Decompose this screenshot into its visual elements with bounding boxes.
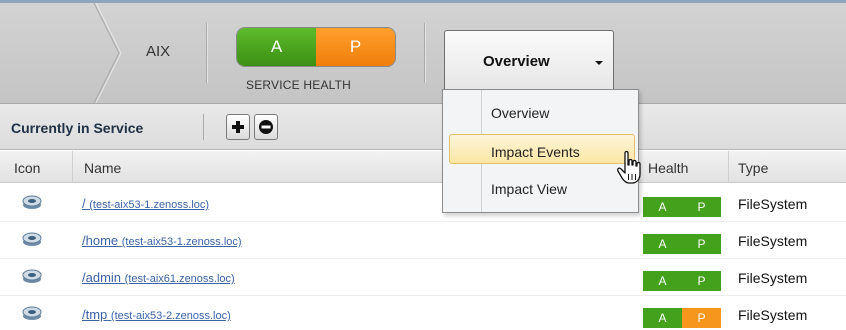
- service-path: /: [82, 196, 86, 211]
- service-host: (test-aix53-1.zenoss.loc): [121, 236, 242, 248]
- availability-status: A: [643, 197, 682, 217]
- filesystem-icon: [22, 232, 42, 246]
- performance-status: P: [682, 234, 721, 254]
- minus-icon: [259, 120, 273, 134]
- view-selector-label: Overview: [483, 52, 550, 70]
- table-row[interactable]: /tmp (test-aix53-2.zenoss.loc) A P FileS…: [0, 296, 846, 330]
- service-host: (test-aix53-2.zenoss.loc): [110, 310, 231, 322]
- row-health-badge: A P: [643, 271, 721, 291]
- hand-pointer-icon: [617, 150, 641, 184]
- performance-status: P: [682, 197, 721, 217]
- column-header-name[interactable]: Name: [76, 151, 121, 183]
- performance-status: P: [316, 28, 395, 66]
- table-row[interactable]: /home (test-aix53-1.zenoss.loc) A P File…: [0, 222, 846, 259]
- plus-icon: [232, 121, 244, 133]
- chevron-down-icon: [595, 61, 603, 65]
- menu-item-impact-events[interactable]: Impact Events: [491, 144, 580, 160]
- grid-header: Icon Name Health Type: [0, 151, 846, 183]
- row-health-badge: A P: [643, 197, 721, 217]
- service-link[interactable]: /admin (test-aix61.zenoss.loc): [82, 270, 235, 285]
- remove-button[interactable]: [254, 114, 278, 140]
- service-path: /tmp: [82, 307, 108, 322]
- column-divider: [72, 151, 73, 183]
- add-button[interactable]: [226, 114, 250, 140]
- table-row[interactable]: / (test-aix53-1.zenoss.loc) A P FileSyst…: [0, 185, 846, 222]
- service-host: (test-aix61.zenoss.loc): [124, 273, 235, 285]
- column-divider: [728, 151, 729, 183]
- service-path: /admin: [82, 270, 122, 285]
- service-health-indicator[interactable]: A P: [236, 27, 396, 67]
- performance-status: P: [682, 308, 721, 328]
- toolbar-divider: [203, 114, 204, 140]
- filesystem-icon: [22, 269, 42, 283]
- column-header-icon[interactable]: Icon: [6, 151, 40, 183]
- breadcrumb-service-name[interactable]: AIX: [146, 43, 170, 60]
- service-link[interactable]: /tmp (test-aix53-2.zenoss.loc): [82, 307, 231, 322]
- service-link[interactable]: /home (test-aix53-1.zenoss.loc): [82, 233, 242, 248]
- table-row[interactable]: /admin (test-aix61.zenoss.loc) A P FileS…: [0, 259, 846, 296]
- service-link[interactable]: / (test-aix53-1.zenoss.loc): [82, 196, 209, 211]
- menu-item-impact-view[interactable]: Impact View: [491, 181, 567, 197]
- availability-status: A: [643, 234, 682, 254]
- service-type: FileSystem: [738, 233, 808, 249]
- availability-status: A: [643, 308, 682, 328]
- availability-status: A: [643, 271, 682, 291]
- menu-item-overview[interactable]: Overview: [491, 105, 549, 121]
- service-host: (test-aix53-1.zenoss.loc): [89, 199, 210, 211]
- toolbar-title: Currently in Service: [11, 120, 144, 136]
- view-selector-button[interactable]: Overview: [444, 30, 614, 92]
- header-divider: [206, 23, 207, 83]
- row-health-badge: A P: [643, 234, 721, 254]
- service-type: FileSystem: [738, 270, 808, 286]
- service-health-label: SERVICE HEALTH: [246, 78, 352, 92]
- filesystem-icon: [22, 306, 42, 320]
- performance-status: P: [682, 271, 721, 291]
- header-divider: [424, 23, 425, 83]
- service-path: /home: [82, 233, 119, 248]
- filesystem-icon: [22, 195, 42, 209]
- view-selector-menu: Overview Impact Events Impact View: [442, 89, 639, 213]
- column-header-type[interactable]: Type: [730, 151, 768, 183]
- availability-status: A: [237, 28, 316, 66]
- services-toolbar: Currently in Service: [0, 104, 846, 150]
- row-health-badge: A P: [643, 308, 721, 328]
- service-type: FileSystem: [738, 307, 808, 323]
- breadcrumb-chevron-icon: [93, 3, 122, 103]
- service-type: FileSystem: [738, 196, 808, 212]
- service-header: AIX A P SERVICE HEALTH Overview: [0, 0, 846, 104]
